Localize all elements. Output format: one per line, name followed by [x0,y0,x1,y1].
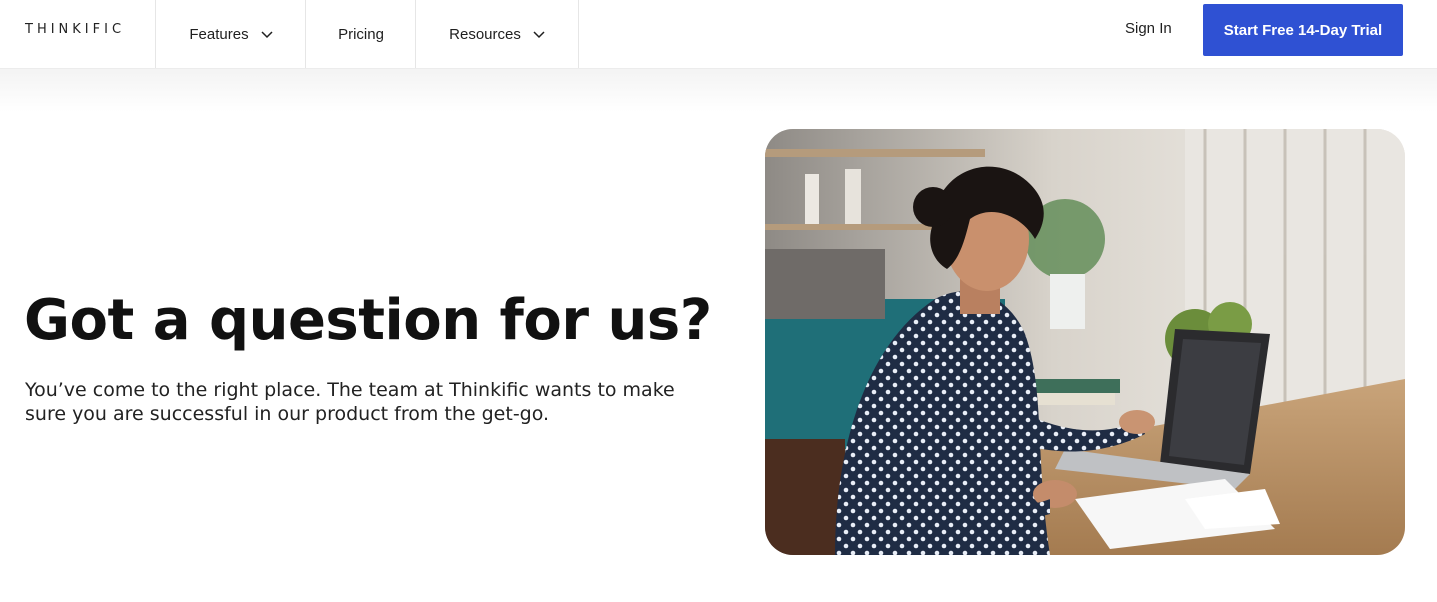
chevron-down-icon [533,31,545,39]
page-title: Got a question for us? [24,288,712,353]
nav-features-label: Features [189,25,249,43]
nav-pricing[interactable]: Pricing [305,0,416,68]
nav-resources-label: Resources [449,25,521,43]
header-shadow [0,68,1437,112]
woman-working-on-laptop-photo [765,129,1405,555]
nav-resources[interactable]: Resources [415,0,579,68]
site-header: THINKIFIC Features Pricing Resources Sig… [0,0,1437,69]
nav-features[interactable]: Features [155,0,306,68]
hero-description: You’ve come to the right place. The team… [25,379,675,425]
sign-in-link[interactable]: Sign In [1125,20,1172,37]
start-free-trial-button[interactable]: Start Free 14-Day Trial [1203,4,1403,56]
chevron-down-icon [261,31,273,39]
thinkific-logo[interactable]: THINKIFIC [25,22,125,37]
nav-pricing-label: Pricing [338,25,384,43]
